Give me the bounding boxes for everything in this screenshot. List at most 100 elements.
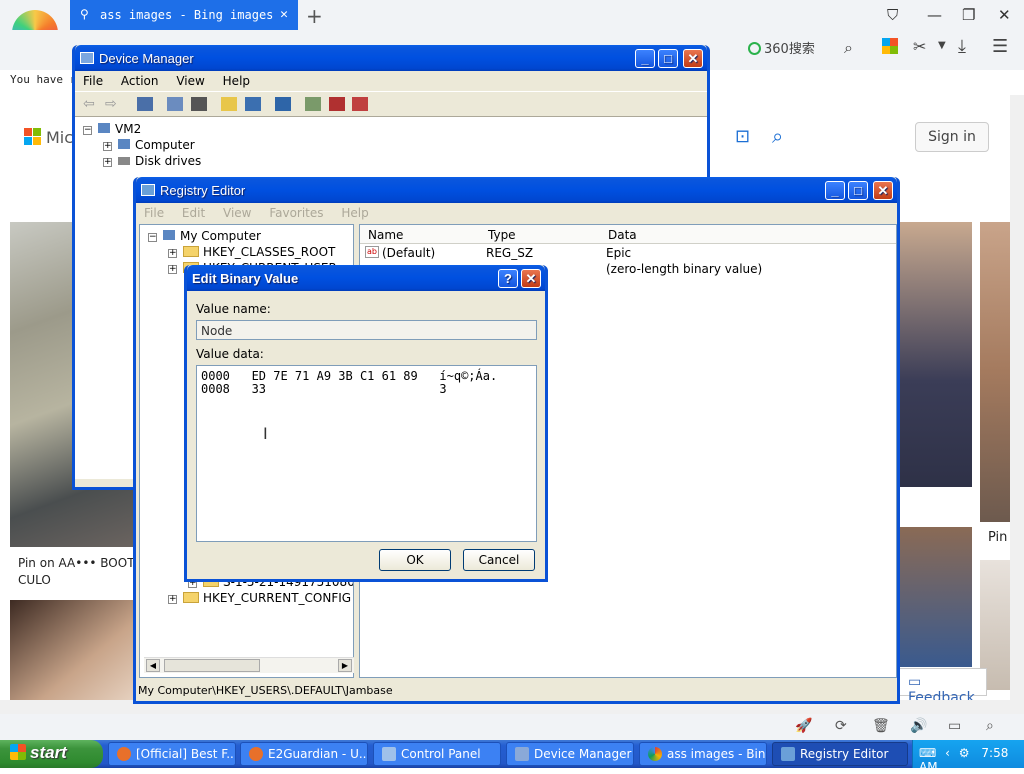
- taskbar-item[interactable]: [Official] Best F...: [108, 742, 236, 766]
- disable-icon[interactable]: [329, 97, 345, 111]
- refresh-icon[interactable]: ⟳: [835, 718, 847, 734]
- help-button[interactable]: ?: [498, 269, 518, 288]
- view-icon[interactable]: [245, 97, 261, 111]
- new-tab-button[interactable]: +: [306, 4, 323, 28]
- maximize-button[interactable]: □: [658, 49, 678, 68]
- menu-file[interactable]: File: [144, 206, 164, 220]
- taskbar-item[interactable]: Device Manager: [506, 742, 634, 766]
- edit-binary-dialog: Edit Binary Value ? ✕ Value name: Node V…: [184, 265, 548, 582]
- visual-search-icon[interactable]: ⊡: [735, 126, 750, 147]
- trash-icon[interactable]: 🗑: [872, 718, 890, 734]
- back-icon[interactable]: ⇦: [83, 96, 95, 112]
- scroll-thumb[interactable]: [164, 659, 260, 672]
- taskbar-item[interactable]: E2Guardian - U...: [240, 742, 368, 766]
- column-name[interactable]: Name: [368, 228, 403, 242]
- feedback-button[interactable]: ▭ Feedback: [897, 668, 987, 706]
- bing-search-icon[interactable]: ⌕: [772, 124, 783, 148]
- close-button[interactable]: ✕: [683, 49, 703, 68]
- result-caption[interactable]: Pin: [988, 530, 1007, 545]
- help-icon[interactable]: [221, 97, 237, 111]
- minimize-button[interactable]: _: [635, 49, 655, 68]
- tree-item-computer[interactable]: + Computer: [83, 137, 707, 153]
- taskbar-item[interactable]: Registry Editor: [772, 742, 908, 766]
- taskbar-item[interactable]: ass images - Bin...: [639, 742, 767, 766]
- taskbar-item[interactable]: Control Panel: [373, 742, 501, 766]
- close-button[interactable]: ✕: [521, 269, 541, 288]
- print-icon[interactable]: [191, 97, 207, 111]
- value-data-editor[interactable]: 0000 ED 7E 71 A9 3B C1 61 89 í~q©;Áa. 00…: [196, 365, 537, 542]
- ok-button[interactable]: OK: [379, 549, 451, 571]
- menu-bar: File Action View Help: [75, 71, 707, 91]
- result-image[interactable]: [10, 600, 135, 705]
- search-icon[interactable]: ⌕: [844, 38, 853, 58]
- scissors-icon[interactable]: ✂: [913, 37, 926, 56]
- menu-help[interactable]: Help: [341, 206, 368, 220]
- tab-bing-images[interactable]: ⚲ ass images - Bing images ✕: [70, 0, 298, 30]
- menu-edit[interactable]: Edit: [182, 206, 205, 220]
- computer-icon: [98, 123, 110, 133]
- forward-icon[interactable]: ⇨: [105, 96, 117, 112]
- folder-icon: [183, 246, 199, 257]
- download-icon[interactable]: ⤓: [958, 36, 966, 57]
- tree-item-hkcc[interactable]: + HKEY_CURRENT_CONFIG: [168, 590, 351, 606]
- zoom-icon[interactable]: ⌕: [986, 718, 994, 734]
- restore-icon[interactable]: ❐: [962, 6, 975, 24]
- search-engine-button[interactable]: 360搜索: [748, 38, 815, 57]
- column-data[interactable]: Data: [608, 228, 637, 242]
- registry-icon: [141, 184, 155, 196]
- menu-icon[interactable]: ☰: [992, 36, 1008, 57]
- tab-close-icon[interactable]: ✕: [280, 7, 288, 22]
- keyboard-icon[interactable]: ⌨: [919, 746, 936, 760]
- result-image[interactable]: [900, 222, 972, 487]
- tab-title: ass images - Bing images: [100, 8, 274, 22]
- result-image[interactable]: [980, 222, 1010, 522]
- cancel-button[interactable]: Cancel: [463, 549, 535, 571]
- shirt-icon[interactable]: ⛉: [887, 6, 898, 24]
- firefox-icon: [249, 747, 263, 761]
- notice-text: You have r: [10, 73, 77, 86]
- window-title: Registry Editor: [160, 183, 246, 198]
- maximize-button[interactable]: □: [848, 181, 868, 200]
- start-button[interactable]: start: [0, 740, 103, 768]
- menu-file[interactable]: File: [83, 74, 103, 88]
- tree-item-disk-drives[interactable]: + Disk drives: [83, 153, 707, 169]
- menu-view[interactable]: View: [176, 74, 204, 88]
- page-scrollbar[interactable]: [1010, 95, 1024, 705]
- update-driver-icon[interactable]: [305, 97, 321, 111]
- chevron-left-icon[interactable]: ‹: [945, 746, 950, 760]
- registry-editor-titlebar[interactable]: Registry Editor _ □ ✕: [136, 177, 897, 203]
- minimize-button[interactable]: _: [825, 181, 845, 200]
- scroll-left-icon[interactable]: ◀: [146, 659, 160, 672]
- speaker-icon[interactable]: 🔊: [910, 718, 927, 734]
- scan-icon[interactable]: [275, 97, 291, 111]
- list-row[interactable]: ab (Default) REG_SZ Epic: [360, 244, 896, 261]
- tree-icon[interactable]: [137, 97, 153, 111]
- close-button[interactable]: ✕: [873, 181, 893, 200]
- sign-in-button[interactable]: Sign in: [915, 122, 989, 152]
- value-name-field[interactable]: Node: [196, 320, 537, 340]
- result-image[interactable]: [900, 527, 972, 667]
- properties-icon[interactable]: [167, 97, 183, 111]
- tree-hscrollbar[interactable]: ◀ ▶: [144, 657, 354, 673]
- apps-icon[interactable]: [882, 38, 898, 54]
- rocket-icon[interactable]: 🚀: [795, 718, 812, 734]
- value-data: Epic: [606, 246, 632, 260]
- menu-view[interactable]: View: [223, 206, 251, 220]
- menu-help[interactable]: Help: [223, 74, 250, 88]
- system-tray: ⌨ ‹ ⚙ 7:58 AM: [912, 740, 1024, 774]
- scroll-right-icon[interactable]: ▶: [338, 659, 352, 672]
- window-icon[interactable]: ▭: [948, 718, 961, 734]
- column-type[interactable]: Type: [488, 228, 516, 242]
- uninstall-icon[interactable]: [352, 97, 368, 111]
- settings-icon[interactable]: ⚙: [959, 746, 970, 760]
- tree-root[interactable]: − My Computer: [148, 228, 353, 244]
- close-icon[interactable]: ✕: [998, 6, 1011, 24]
- chevron-down-icon[interactable]: ▼: [938, 40, 946, 51]
- tree-root[interactable]: − VM2: [83, 121, 707, 137]
- tree-item-hkcr[interactable]: + HKEY_CLASSES_ROOT: [148, 244, 353, 260]
- minimize-icon[interactable]: —: [927, 6, 942, 24]
- menu-action[interactable]: Action: [121, 74, 159, 88]
- menu-favorites[interactable]: Favorites: [269, 206, 323, 220]
- dialog-titlebar[interactable]: Edit Binary Value ? ✕: [187, 265, 545, 291]
- device-manager-titlebar[interactable]: Device Manager _ □ ✕: [75, 45, 707, 71]
